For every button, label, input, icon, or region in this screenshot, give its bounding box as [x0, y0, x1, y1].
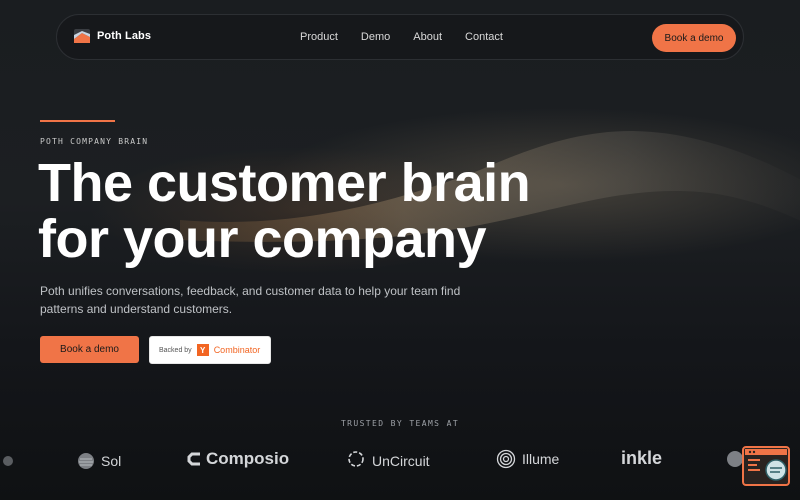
headline-line-2: for your company	[38, 209, 487, 269]
logo-uncircuit: UnCircuit	[346, 450, 430, 470]
sol-logo-icon	[78, 453, 94, 469]
nav-link-about[interactable]: About	[413, 31, 442, 43]
composio-logo-icon	[187, 452, 200, 466]
illume-logo-text: Illume	[522, 451, 560, 467]
trusted-by-label: TRUSTED BY TEAMS AT	[340, 419, 460, 428]
yc-badge-prefix: Backed by	[159, 346, 192, 354]
uncircuit-logo-icon	[348, 451, 364, 467]
chat-assistant-icon	[745, 449, 787, 481]
brand-name: Poth Labs	[97, 30, 152, 42]
logo-inkle: inkle	[621, 448, 662, 469]
customer-logo-strip: Sol Composio UnCircuit Illume inkle	[0, 446, 800, 476]
logo-composio: Composio	[186, 449, 289, 469]
nav-book-demo-button[interactable]: Book a demo	[652, 24, 736, 52]
yc-badge-name: Combinator	[213, 345, 261, 355]
yc-badge[interactable]: Backed by Y Combinator	[149, 336, 271, 364]
nav-link-demo[interactable]: Demo	[361, 31, 390, 43]
nav-link-product[interactable]: Product	[300, 31, 338, 43]
uncircuit-logo-text: UnCircuit	[372, 453, 430, 469]
logo-illume: Illume	[496, 449, 559, 469]
hero-eyebrow: POTH COMPANY BRAIN	[40, 137, 149, 146]
composio-logo-text: Composio	[206, 449, 290, 468]
illume-logo-icon	[496, 449, 516, 469]
chat-widget-button[interactable]	[742, 446, 790, 486]
sol-logo-text: Sol	[101, 453, 122, 469]
partial-logo-icon-right	[727, 451, 742, 467]
logo-sol: Sol	[77, 452, 121, 470]
hero-book-demo-button[interactable]: Book a demo	[40, 336, 139, 363]
accent-divider	[40, 120, 115, 122]
hero-headline: The customer brain for your company	[38, 155, 638, 267]
nav-links: Product Demo About Contact	[300, 31, 503, 43]
poth-logo-icon	[74, 29, 90, 43]
yc-logo-icon: Y	[196, 344, 209, 356]
inkle-logo-text: inkle	[621, 448, 663, 468]
hero-subtext: Poth unifies conversations, feedback, an…	[40, 284, 461, 316]
brand[interactable]: Poth Labs	[73, 27, 151, 45]
top-navbar: Poth Labs Product Demo About Contact Boo…	[56, 14, 744, 60]
partial-logo-icon	[3, 456, 13, 466]
nav-link-contact[interactable]: Contact	[465, 31, 503, 43]
headline-line-1: The customer brain	[38, 153, 531, 213]
